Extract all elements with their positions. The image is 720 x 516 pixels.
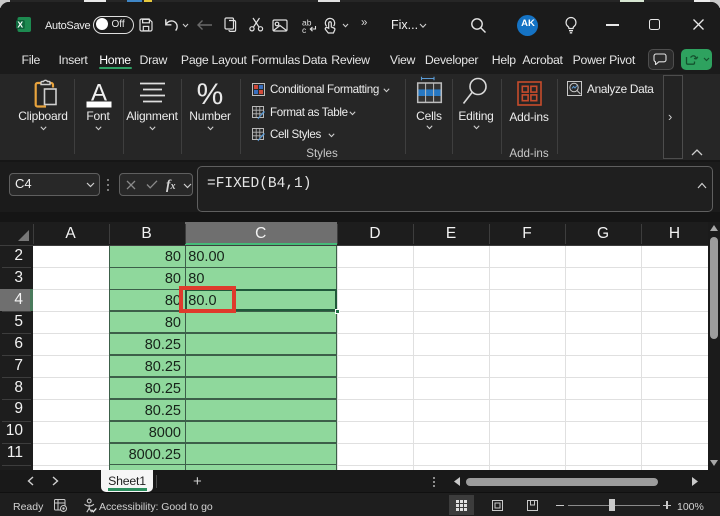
svg-text:X: X bbox=[17, 20, 23, 30]
